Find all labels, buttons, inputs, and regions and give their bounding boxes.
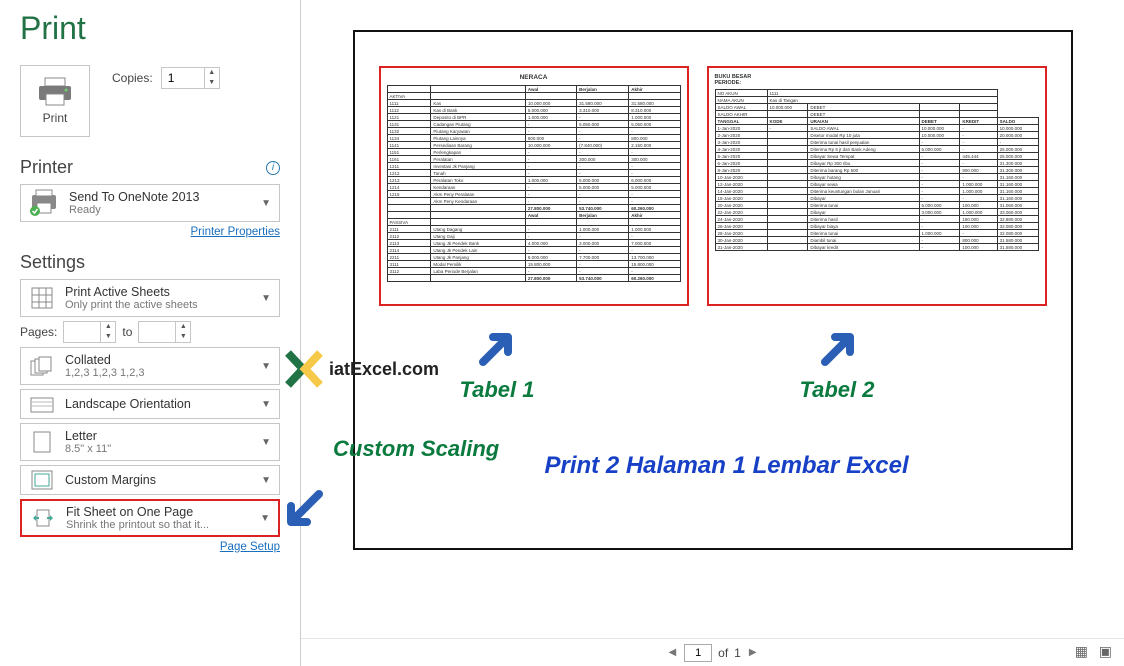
pages-from-spinner[interactable]: ▲▼ — [63, 321, 116, 343]
sheets-icon — [31, 287, 53, 309]
orientation-title: Landscape Orientation — [65, 397, 251, 411]
paper-title: Letter — [65, 429, 251, 443]
print-button-label: Print — [43, 111, 68, 125]
kiatexcel-logo: iatExcel.com — [283, 348, 439, 390]
printer-heading: Printer — [20, 157, 73, 178]
table1-content: AwalBerjalanAkhir AKTIVA 1111Kas10.000.0… — [387, 85, 681, 282]
print-button[interactable]: Print — [20, 65, 90, 137]
paper-sub: 8.5" x 11" — [65, 443, 251, 455]
preview-table-2: BUKU BESAR PERIODE: NO AKUN1111 NAMA AKU… — [707, 66, 1047, 306]
chevron-down-icon: ▼ — [261, 361, 271, 372]
pager-next[interactable]: ▶ — [747, 647, 759, 658]
pages-to-down[interactable]: ▼ — [176, 332, 190, 342]
copies-control: Copies: ▲ ▼ — [112, 67, 220, 89]
pages-from-down[interactable]: ▼ — [101, 332, 115, 342]
chevron-down-icon: ▼ — [260, 513, 270, 524]
pages-from-up[interactable]: ▲ — [101, 322, 115, 332]
pages-to-up[interactable]: ▲ — [176, 322, 190, 332]
page-navigator: ◀ of 1 ▶ ▦ ▣ — [301, 638, 1124, 666]
collated-title: Collated — [65, 353, 251, 367]
printer-name: Send To OneNote 2013 — [69, 190, 251, 204]
printer-properties-link[interactable]: Printer Properties — [20, 226, 280, 238]
arrow-tabel2-icon — [815, 322, 865, 372]
pages-from-input[interactable] — [64, 322, 100, 342]
tabel2-label: Tabel 2 — [800, 377, 875, 403]
scaling-sub: Shrink the printout so that it... — [66, 519, 250, 531]
excel-logo-icon — [283, 348, 325, 390]
main-annotation: Print 2 Halaman 1 Lembar Excel — [545, 452, 909, 480]
paper-icon — [33, 431, 51, 453]
copies-up[interactable]: ▲ — [205, 68, 219, 78]
arrow-tabel1-icon — [473, 322, 523, 372]
logo-text: iatExcel.com — [329, 359, 439, 380]
printer-icon — [37, 77, 73, 107]
printer-selector[interactable]: Send To OneNote 2013 Ready ▼ — [20, 184, 280, 222]
zoom-to-page-icon[interactable]: ▣ — [1099, 643, 1112, 660]
setting-scaling[interactable]: Fit Sheet on One Page Shrink the printou… — [20, 499, 280, 537]
copies-spinner[interactable]: ▲ ▼ — [161, 67, 220, 89]
settings-section-head: Settings — [20, 252, 280, 273]
printer-status: Ready — [69, 204, 251, 216]
pages-to-input[interactable] — [139, 322, 175, 342]
custom-scaling-label: Custom Scaling — [333, 436, 499, 462]
setting-margins[interactable]: Custom Margins ▼ — [20, 465, 280, 495]
pages-label: Pages: — [20, 325, 57, 339]
chevron-down-icon: ▼ — [261, 475, 271, 486]
print-settings-panel: Print Print Copies: ▲ ▼ Printer i — [0, 0, 300, 666]
settings-heading: Settings — [20, 252, 85, 273]
setting-orientation[interactable]: Landscape Orientation ▼ — [20, 389, 280, 419]
table1-title: NERACA — [387, 74, 681, 81]
tabel1-label: Tabel 1 — [460, 377, 535, 403]
orientation-icon — [30, 395, 54, 413]
setting-paper-size[interactable]: Letter 8.5" x 11" ▼ — [20, 423, 280, 461]
pager-of-label: of — [718, 646, 728, 660]
preview-area: NERACA AwalBerjalanAkhir AKTIVA 1111Kas1… — [301, 0, 1124, 638]
pages-range-row: Pages: ▲▼ to ▲▼ — [20, 321, 280, 343]
print-action-row: Print Copies: ▲ ▼ — [20, 65, 280, 137]
chevron-down-icon: ▼ — [261, 198, 271, 209]
pages-to-spinner[interactable]: ▲▼ — [138, 321, 191, 343]
margins-icon — [31, 470, 53, 490]
page-title: Print — [20, 10, 280, 47]
arrow-scaling-icon — [279, 484, 329, 534]
scaling-title: Fit Sheet on One Page — [66, 505, 250, 519]
setting-print-area[interactable]: Print Active Sheets Only print the activ… — [20, 279, 280, 317]
pager-current-input[interactable] — [684, 644, 712, 662]
page-preview: NERACA AwalBerjalanAkhir AKTIVA 1111Kas1… — [353, 30, 1073, 550]
show-margins-icon[interactable]: ▦ — [1075, 643, 1088, 660]
chevron-down-icon: ▼ — [261, 293, 271, 304]
table2-sub: PERIODE: — [715, 80, 1039, 86]
copies-input[interactable] — [162, 68, 204, 88]
pages-to-label: to — [122, 325, 132, 339]
chevron-down-icon: ▼ — [261, 399, 271, 410]
copies-label: Copies: — [112, 71, 153, 85]
setting-collated[interactable]: Collated 1,2,3 1,2,3 1,2,3 ▼ — [20, 347, 280, 385]
pager-total: 1 — [734, 646, 741, 660]
page-setup-link[interactable]: Page Setup — [20, 541, 280, 553]
preview-table-1: NERACA AwalBerjalanAkhir AKTIVA 1111Kas1… — [379, 66, 689, 306]
pager-prev[interactable]: ◀ — [666, 647, 678, 658]
active-sheets-title: Print Active Sheets — [65, 285, 251, 299]
copies-down[interactable]: ▼ — [205, 78, 219, 88]
info-icon[interactable]: i — [266, 161, 280, 175]
chevron-down-icon: ▼ — [261, 437, 271, 448]
collated-icon — [30, 356, 54, 376]
printer-section-head: Printer i — [20, 157, 280, 178]
preview-panel: NERACA AwalBerjalanAkhir AKTIVA 1111Kas1… — [301, 0, 1124, 666]
table2-content: NO AKUN1111 NAMA AKUNKas di Tangan SALDO… — [715, 89, 1039, 251]
margins-title: Custom Margins — [65, 473, 251, 487]
fit-page-icon — [31, 507, 55, 529]
collated-sub: 1,2,3 1,2,3 1,2,3 — [65, 367, 251, 379]
active-sheets-sub: Only print the active sheets — [65, 299, 251, 311]
printer-device-icon — [29, 189, 59, 217]
